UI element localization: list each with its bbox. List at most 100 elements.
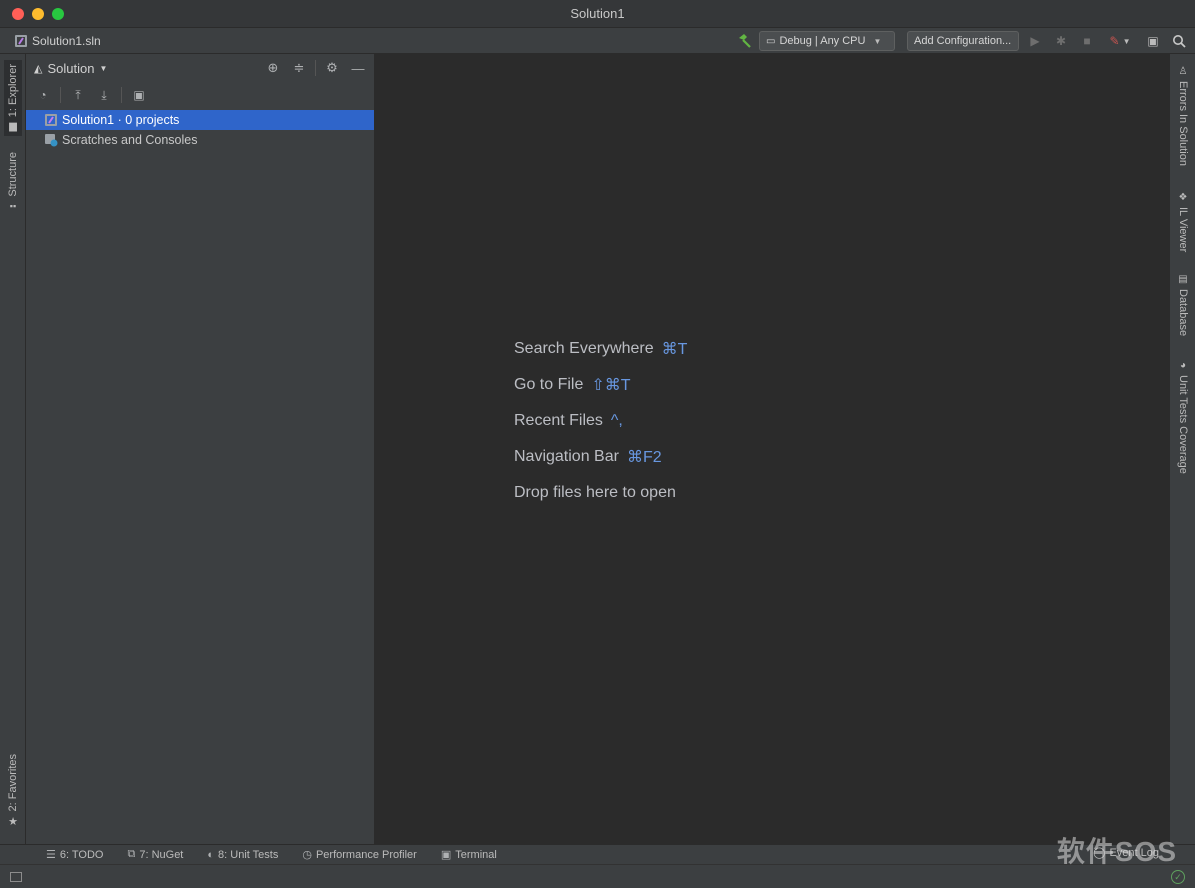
hint-recent-files: Recent Files ^, [514,403,687,439]
hint-go-to-file: Go to File ⇧⌘T [514,367,687,403]
nuget-icon: ⧉ [127,848,136,860]
gear-icon[interactable]: ⚙ [322,58,342,78]
errors-tool-label: Errors In Solution [1177,81,1189,166]
solution-file-icon [15,34,27,47]
explorer-header-actions: ⊕ ≑ ⚙ — [263,58,368,78]
toggle-tool-windows-icon[interactable] [10,871,22,882]
configuration-selector[interactable]: ▭ Debug | Any CPU ▼ [759,31,895,51]
empty-editor-hints: Search Everywhere ⌘T Go to File ⇧⌘T Rece… [514,331,687,511]
terminal-tool-button[interactable]: ▣ Terminal [431,848,507,862]
breadcrumb-label: Solution1.sln [32,33,101,48]
coverage-tool-label: Unit Tests Coverage [1177,375,1189,474]
watermark: 软件SOS [1056,836,1177,867]
status-check-icon: ✓ [1171,870,1185,884]
minimize-window-button[interactable] [32,8,44,20]
todo-tool-button[interactable]: ☰ 6: TODO [36,848,113,862]
sort-up-icon[interactable]: ⤒ [67,85,89,105]
tree-item-scratches[interactable]: Scratches and Consoles [26,130,374,150]
unit-tests-label: 8: Unit Tests [218,848,279,861]
explorer-toolbar: ◔ ⤒ ⤓ ▣ [26,82,374,108]
debug-bug-icon[interactable]: ✱ [1051,31,1071,51]
favorites-tool-button[interactable]: 2: Favorites ★ [4,754,22,828]
folder-icon: ▆ [9,121,17,133]
unit-tests-icon: ◐ [207,848,215,861]
show-all-files-icon[interactable]: ◔ [32,85,54,105]
terminal-label: Terminal [455,848,497,861]
database-icon: ▤ [1178,274,1188,285]
config-label: Debug | Any CPU [779,35,866,47]
explorer-tool-label: 1: Explorer [7,64,19,118]
explorer-title: Solution [47,60,95,76]
status-bar: ✓ [0,864,1195,888]
sort-down-icon[interactable]: ⤓ [93,85,115,105]
collapse-all-icon[interactable]: ≑ [289,58,309,78]
editor-area[interactable]: Search Everywhere ⌘T Go to File ⇧⌘T Rece… [375,54,1169,844]
hint-shortcut: ^, [610,412,623,429]
structure-icon: ▪▪ [9,200,17,211]
terminal-icon: ▣ [440,849,452,861]
solution-view-icon: ◭ [34,62,43,75]
hint-label: Search Everywhere [514,340,654,357]
performance-profiler-tool-button[interactable]: ◷ Performance Profiler [292,848,426,862]
hint-drop-files: Drop files here to open [514,475,687,511]
coverage-icon: ◕ [1179,360,1187,371]
explorer-header: ◭ Solution ▼ ⊕ ≑ ⚙ — [26,54,374,82]
hint-label: Drop files here to open [514,484,676,501]
star-icon: ★ [8,816,18,829]
solution-tree: Solution1 · 0 projects Scratches and Con… [26,110,374,150]
preview-icon[interactable]: ▣ [128,85,150,105]
right-tool-stripe: ♙ Errors In Solution ❖ IL Viewer ▤ Datab… [1169,54,1195,844]
layout-icon[interactable]: ▣ [1143,31,1163,51]
locate-file-icon[interactable]: ⊕ [263,58,283,78]
solution-explorer-panel: ◭ Solution ▼ ⊕ ≑ ⚙ — ◔ ⤒ ⤓ ▣ Solution1 ·… [26,54,375,844]
add-configuration-button[interactable]: Add Configuration... [907,31,1019,51]
navigation-bar: Solution1.sln ▭ Debug | Any CPU ▼ Add Co… [0,28,1195,54]
il-viewer-icon: ❖ [1178,192,1188,203]
tree-item-solution[interactable]: Solution1 · 0 projects [26,110,374,130]
build-hammer-icon[interactable] [735,32,753,50]
structure-tool-button[interactable]: Structure ▪▪ [4,152,22,211]
chevron-down-icon: ▼ [873,36,882,46]
maximize-window-button[interactable] [52,8,64,20]
title-bar: Solution1 [0,0,1195,28]
nuget-tool-button[interactable]: ⧉ 7: NuGet [117,848,193,861]
breadcrumb[interactable]: Solution1.sln [14,34,101,48]
hint-shortcut: ⇧⌘T [591,377,631,394]
tree-item-label: Solution1 · 0 projects [62,113,180,127]
unit-tests-tool-button[interactable]: ◐ 8: Unit Tests [197,849,288,861]
window-controls [12,8,64,20]
scratches-icon [45,134,58,147]
unit-tests-coverage-button[interactable]: ◕ Unit Tests Coverage [1174,360,1192,474]
stop-icon[interactable]: ■ [1077,31,1097,51]
list-icon: ☰ [46,849,56,861]
bottom-tool-bar: ☰ 6: TODO ⧉ 7: NuGet ◐ 8: Unit Tests ◷ P… [0,844,1195,864]
profiler-label: Performance Profiler [315,848,417,861]
close-window-button[interactable] [12,8,24,20]
structure-tool-label: Structure [7,152,19,197]
solution-file-icon [45,114,57,126]
toolbar-divider [60,87,61,103]
run-toolbar: ▭ Debug | Any CPU ▼ Add Configuration...… [735,28,1189,54]
favorites-tool-label: 2: Favorites [7,754,19,812]
explorer-view-selector[interactable]: ◭ Solution ▼ [34,61,107,76]
config-icon: ▭ [766,35,776,47]
il-viewer-button[interactable]: ❖ IL Viewer [1174,192,1192,252]
run-icon[interactable]: ▶ [1025,31,1045,51]
database-button[interactable]: ▤ Database [1174,274,1192,336]
hide-panel-icon[interactable]: — [348,58,368,78]
errors-in-solution-button[interactable]: ♙ Errors In Solution [1174,66,1192,166]
nuget-label: 7: NuGet [139,848,184,861]
add-configuration-label: Add Configuration... [914,35,1012,47]
vcs-update-icon[interactable]: ✎ ▼ [1103,31,1137,51]
window-title: Solution1 [570,6,625,21]
explorer-tool-button[interactable]: 1: Explorer ▆ [4,60,22,137]
search-icon[interactable] [1169,31,1189,51]
header-divider [315,60,316,76]
database-tool-label: Database [1177,289,1189,337]
hint-label: Navigation Bar [514,448,619,465]
hint-search-everywhere: Search Everywhere ⌘T [514,331,687,367]
tree-item-label: Scratches and Consoles [62,133,198,147]
errors-icon: ♙ [1178,66,1188,77]
hint-label: Go to File [514,376,584,393]
todo-label: 6: TODO [59,848,104,861]
